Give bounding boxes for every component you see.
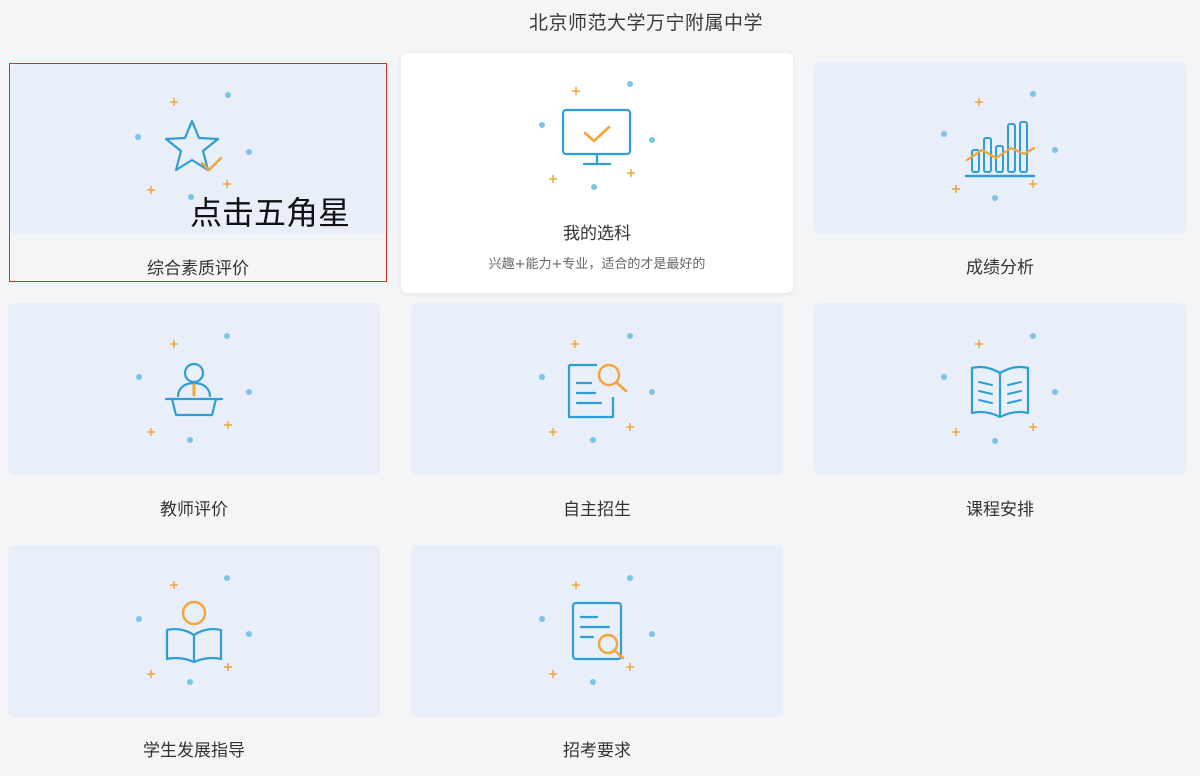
- decor-dots: [135, 92, 252, 200]
- card-exam-requirements[interactable]: 招考要求: [411, 545, 783, 765]
- card-tile: [411, 545, 783, 717]
- monitor-check-icon[interactable]: [561, 108, 632, 166]
- card-course-schedule[interactable]: 课程安排: [814, 303, 1186, 523]
- card-label: 招考要求: [563, 741, 631, 761]
- card-student-development[interactable]: 学生发展指导: [8, 545, 380, 765]
- clipboard-search-icon[interactable]: [571, 601, 625, 661]
- card-independent-enrollment[interactable]: 自主招生: [411, 303, 783, 523]
- card-tile: [814, 62, 1186, 234]
- decor-dots: [136, 575, 252, 685]
- card-tile: [411, 303, 783, 475]
- card-label: 自主招生: [563, 500, 631, 520]
- card-tile: [8, 545, 380, 717]
- card-label: 成绩分析: [966, 258, 1034, 278]
- card-label: 综合素质评价: [147, 259, 249, 279]
- decor-dots: [539, 575, 655, 685]
- card-teacher-evaluation[interactable]: 教师评价: [8, 303, 380, 523]
- decor-dots: [539, 81, 655, 190]
- open-book-icon[interactable]: [970, 365, 1030, 419]
- card-label: 教师评价: [160, 500, 228, 520]
- student-reading-icon[interactable]: [165, 600, 223, 664]
- card-score-analysis[interactable]: 成绩分析: [814, 62, 1186, 282]
- card-tile: [401, 53, 793, 223]
- card-tile: [8, 303, 380, 475]
- card-label: 学生发展指导: [143, 741, 245, 761]
- star-check-icon[interactable]: [164, 119, 223, 172]
- card-label: 我的选科: [563, 224, 631, 244]
- card-comprehensive-evaluation[interactable]: 点击五角星 综合素质评价: [9, 63, 387, 282]
- bar-chart-icon[interactable]: [964, 121, 1036, 178]
- page-title: 北京师范大学万宁附属中学: [528, 12, 763, 34]
- click-star-hint: 点击五角星: [190, 194, 351, 232]
- decor-dots: [539, 333, 655, 443]
- card-subtitle: 兴趣+能力+专业，适合的才是最好的: [488, 257, 706, 272]
- document-search-icon[interactable]: [567, 363, 628, 419]
- card-tile: [814, 303, 1186, 475]
- teacher-podium-icon[interactable]: [164, 362, 224, 417]
- card-label: 课程安排: [966, 500, 1034, 520]
- card-my-subjects[interactable]: 我的选科 兴趣+能力+专业，适合的才是最好的: [401, 53, 793, 293]
